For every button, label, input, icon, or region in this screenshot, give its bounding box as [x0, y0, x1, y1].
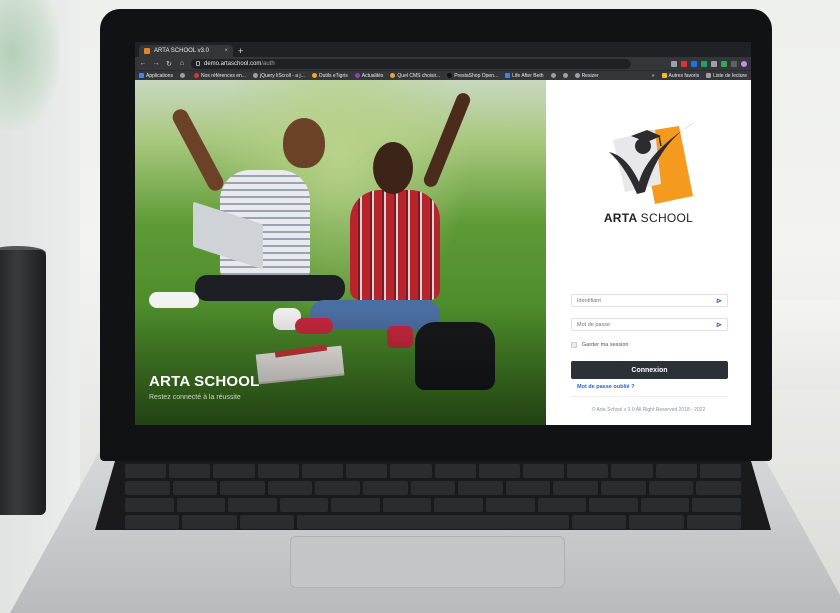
avatar[interactable]	[741, 60, 747, 67]
password-field[interactable]: ⊳	[571, 318, 728, 331]
bookmark-item[interactable]: Actualités	[354, 73, 383, 79]
bookmark-item[interactable]	[550, 73, 556, 78]
bookmark-item[interactable]: jQuery liScroll - a j...	[253, 73, 305, 79]
bookmark-item[interactable]: PrestaShop Open...	[447, 73, 498, 79]
reload-button[interactable]: ↻	[165, 60, 173, 68]
bookmark-icon	[390, 73, 396, 78]
hero-subtitle: Restez connecté à la réussite	[149, 394, 241, 401]
bookmark-icon	[193, 73, 199, 78]
background-object	[770, 300, 840, 390]
browser-toolbar: ← → ↻ ⌂ demo.artaschool.com/auth	[135, 57, 751, 70]
hero-overlay	[135, 305, 546, 425]
background-plant	[0, 0, 60, 130]
close-tab-icon[interactable]: ×	[224, 48, 228, 54]
copyright-text: © Arta School v 3.0 All Right Reserved 2…	[591, 407, 706, 413]
globe-icon	[562, 73, 568, 78]
favicon-icon	[144, 48, 150, 54]
extension-icon[interactable]	[711, 60, 717, 67]
bookmark-icon	[354, 73, 360, 78]
bookmark-item[interactable]: Nos références en...	[193, 73, 246, 79]
photo-detail	[421, 91, 473, 189]
photo-detail	[373, 142, 413, 194]
username-input[interactable]	[577, 297, 717, 304]
url-text: demo.artaschool.com/auth	[204, 60, 275, 67]
password-input[interactable]	[577, 321, 717, 328]
bookmark-icon	[505, 73, 511, 78]
lock-icon	[196, 61, 200, 66]
bookmark-icon	[574, 73, 580, 78]
bookmark-item[interactable]: Quel CMS choisir...	[390, 73, 440, 79]
extension-icon[interactable]	[721, 60, 727, 67]
web-page: ARTA SCHOOL Restez connecté à la réussit…	[135, 80, 751, 425]
extension-icon[interactable]	[681, 60, 687, 67]
puzzle-icon[interactable]	[731, 60, 737, 67]
bookmark-other-favorites[interactable]: Autres favoris	[661, 73, 699, 79]
globe-icon	[550, 73, 556, 78]
laptop-screen: ARTA SCHOOL v3.0 × + ← → ↻ ⌂ demo.artasc…	[135, 42, 751, 425]
bookmark-icon	[311, 73, 317, 78]
remember-checkbox[interactable]	[571, 342, 577, 348]
bookmark-item[interactable]	[562, 73, 568, 78]
key-icon: ⊳	[716, 297, 722, 305]
laptop-keyboard	[95, 460, 771, 530]
bookmark-item[interactable]: Life After Beth	[505, 73, 544, 79]
reading-list-icon	[706, 73, 712, 78]
browser-tab[interactable]: ARTA SCHOOL v3.0 ×	[139, 45, 233, 57]
divider	[571, 396, 728, 397]
extension-icons	[671, 60, 747, 67]
bookmarks-bar: Applications Nos références en... jQuery…	[135, 70, 751, 80]
photo-detail	[169, 106, 227, 194]
folder-icon	[661, 73, 667, 78]
remember-label: Garder ma session	[582, 342, 629, 348]
new-tab-button[interactable]: +	[238, 45, 243, 57]
photo-detail	[283, 118, 325, 168]
hero-title: ARTA SCHOOL	[149, 373, 260, 390]
forgot-password-link[interactable]: Mot de passe oublié ?	[577, 384, 634, 390]
laptop-trackpad	[290, 536, 565, 588]
logo-wordmark: ARTA SCHOOL	[603, 211, 694, 225]
address-bar[interactable]: demo.artaschool.com/auth	[191, 58, 631, 69]
globe-icon	[253, 73, 258, 78]
bookmark-reading-list[interactable]: Liste de lecture	[706, 73, 747, 79]
photo-detail	[195, 275, 345, 301]
bookmarks-more-button[interactable]: »	[652, 73, 655, 79]
key-icon: ⊳	[716, 321, 722, 329]
home-button[interactable]: ⌂	[178, 60, 186, 67]
username-field[interactable]: ⊳	[571, 294, 728, 307]
bookmark-applications[interactable]: Applications	[139, 73, 173, 79]
globe-icon	[179, 73, 185, 78]
bookmark-item[interactable]: Outils eTigris	[311, 73, 348, 79]
extension-icon[interactable]	[701, 60, 707, 67]
forward-button[interactable]: →	[152, 60, 160, 67]
apps-icon	[139, 73, 144, 78]
login-panel: ARTA SCHOOL ⊳ ⊳ Garder ma session Connex…	[546, 80, 751, 425]
login-button[interactable]: Connexion	[571, 361, 728, 379]
browser-tab-bar: ARTA SCHOOL v3.0 × +	[135, 42, 751, 57]
bookmark-icon	[447, 73, 453, 78]
extension-icon[interactable]	[691, 60, 697, 67]
hero-image: ARTA SCHOOL Restez connecté à la réussit…	[135, 80, 546, 425]
bookmark-item[interactable]: Resizer	[574, 73, 599, 79]
photo-detail	[350, 190, 440, 300]
tab-title: ARTA SCHOOL v3.0	[154, 48, 209, 54]
arta-school-logo-icon	[609, 122, 695, 204]
back-button[interactable]: ←	[139, 60, 147, 67]
remember-session[interactable]: Garder ma session	[571, 342, 628, 348]
share-icon[interactable]	[671, 60, 677, 67]
bookmark-item[interactable]	[179, 73, 187, 78]
coffee-mug	[0, 250, 46, 515]
